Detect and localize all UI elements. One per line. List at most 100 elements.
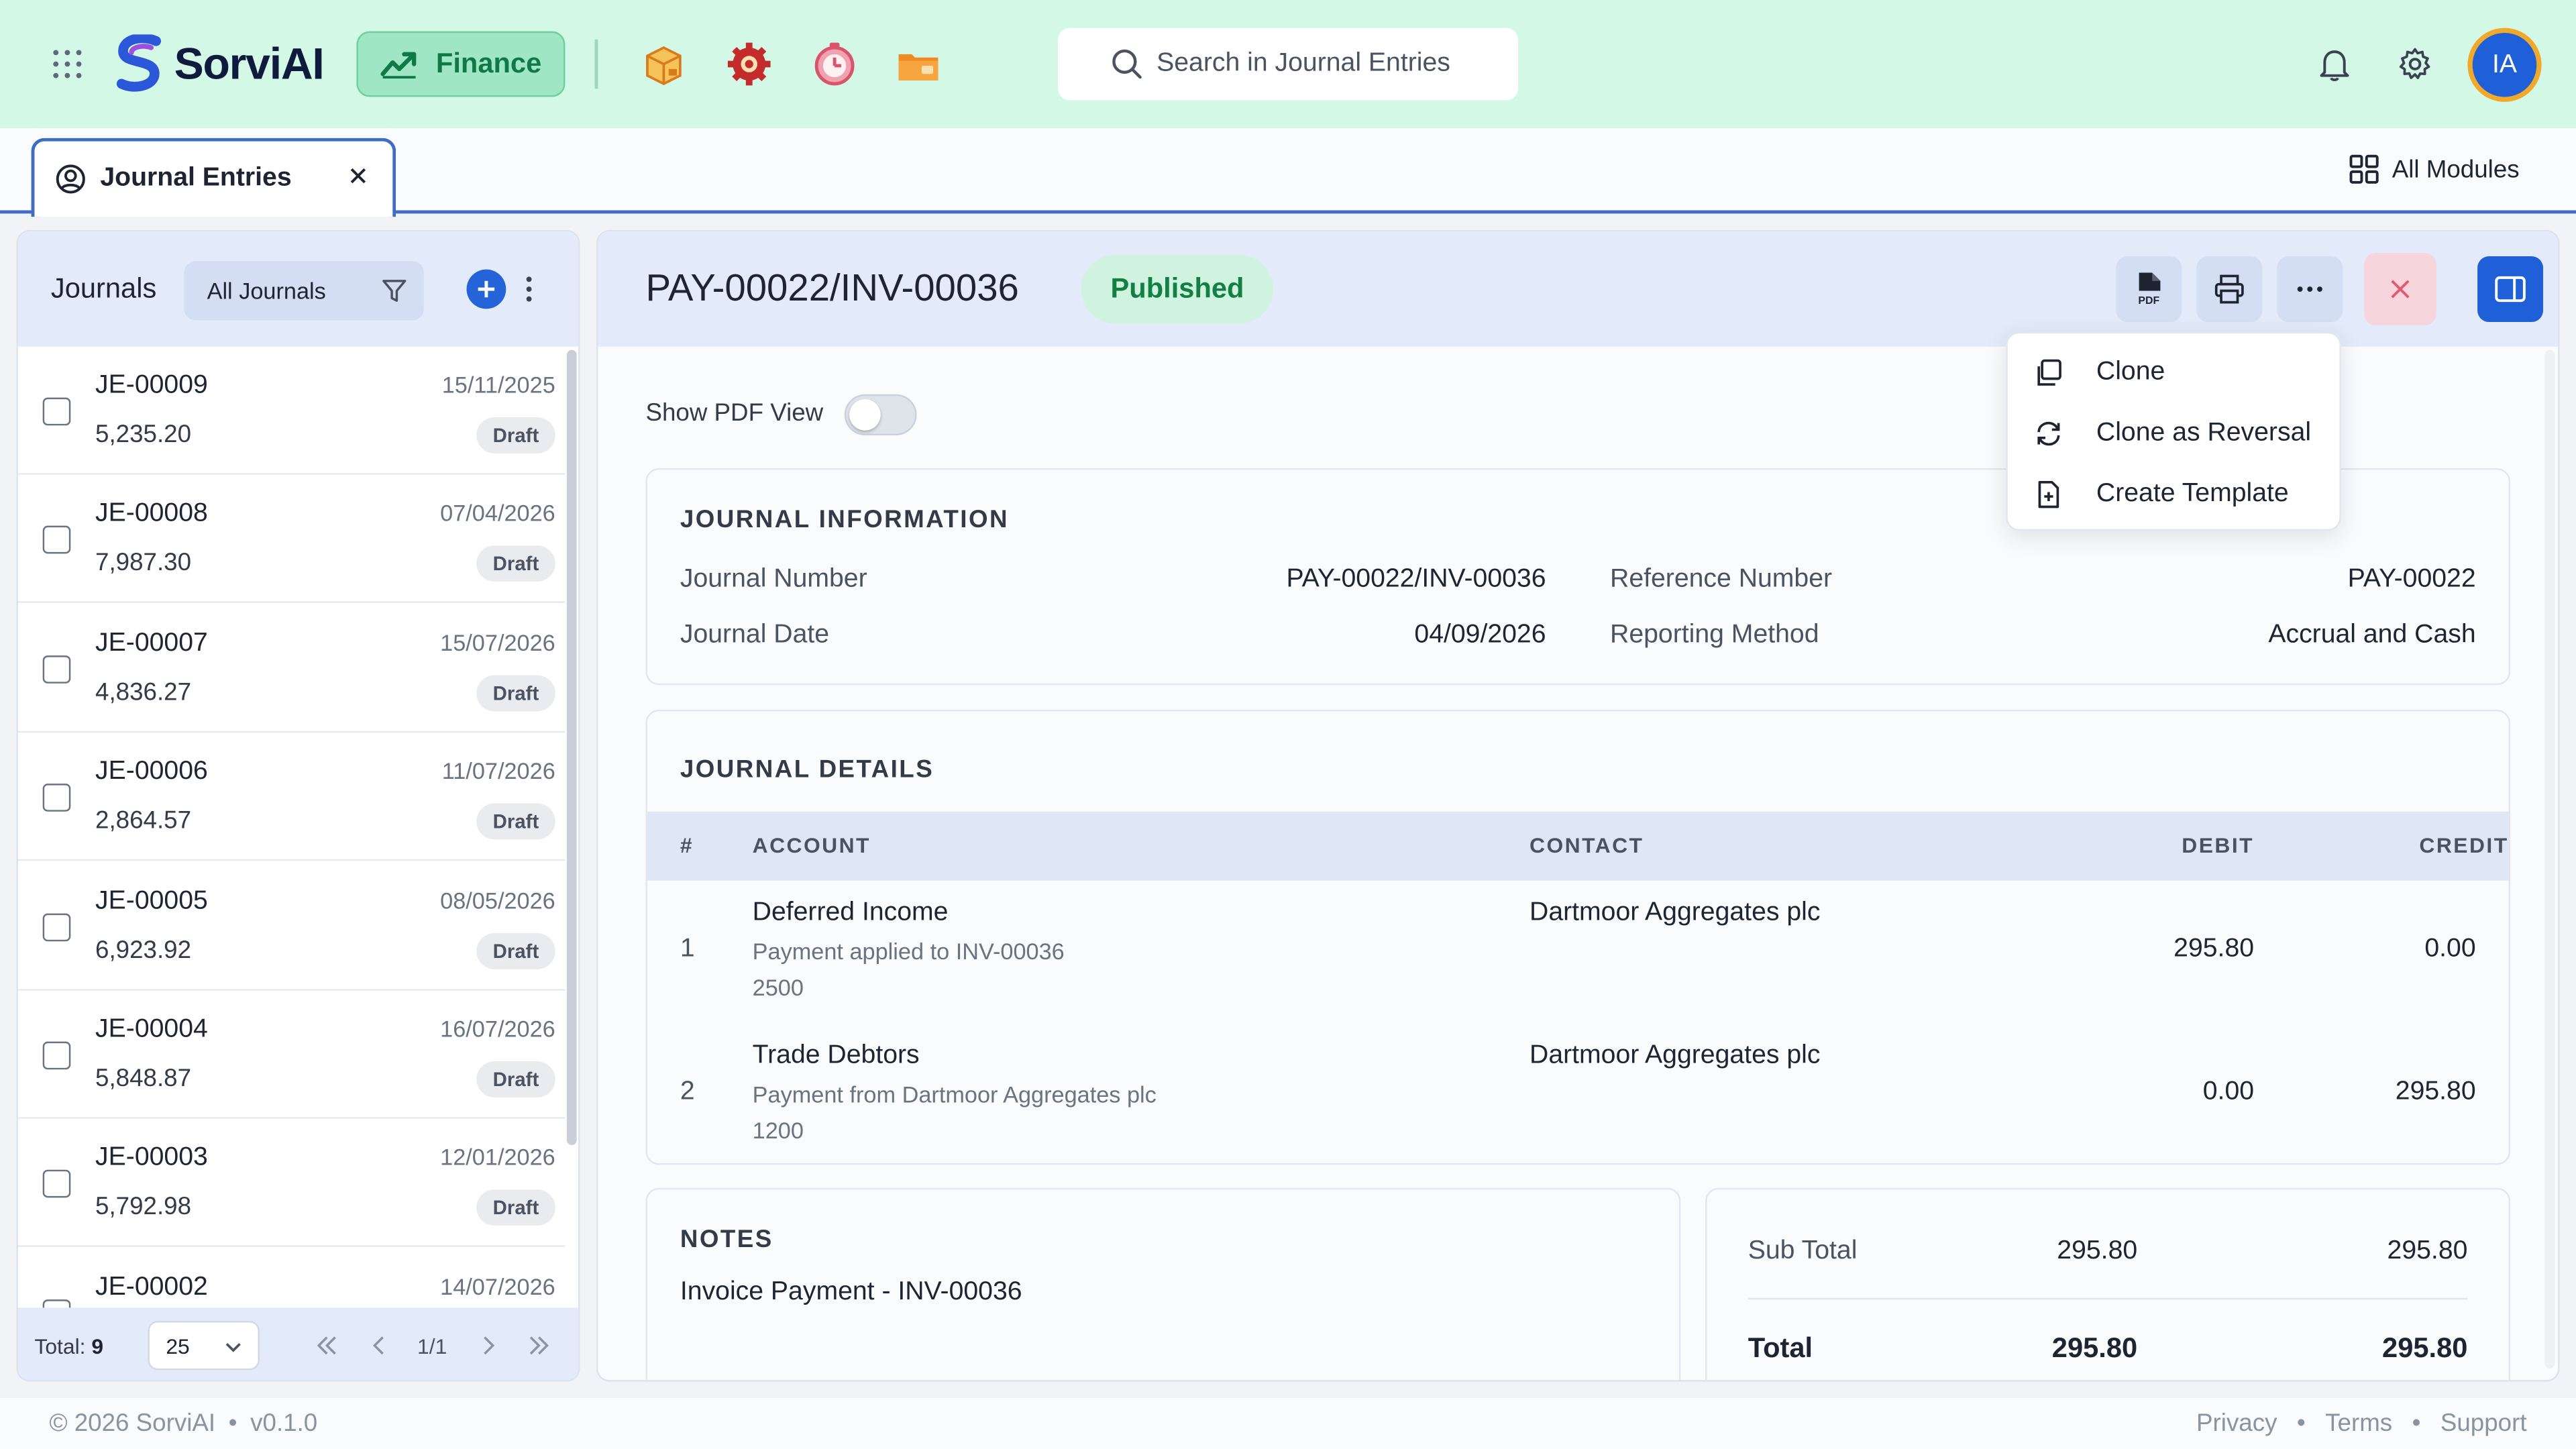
- page-indicator: 1/1: [417, 1334, 447, 1359]
- all-modules-button[interactable]: All Modules: [2349, 154, 2520, 184]
- close-tab-icon[interactable]: [347, 164, 370, 187]
- row-checkbox[interactable]: [42, 1041, 71, 1070]
- privacy-link[interactable]: Privacy: [2196, 1409, 2277, 1438]
- totals-divider: [1748, 1297, 2468, 1300]
- journal-number-label: Journal Number: [680, 565, 867, 594]
- list-item[interactable]: JE-00009 5,235.20 15/11/2025 Draft: [17, 346, 566, 475]
- column-header-account: ACCOUNT: [752, 833, 871, 858]
- journal-date-label: Journal Date: [680, 621, 830, 649]
- support-link[interactable]: Support: [2440, 1409, 2527, 1438]
- settings-gear-icon[interactable]: [2397, 46, 2433, 83]
- box-app-icon[interactable]: [641, 41, 687, 87]
- list-item[interactable]: JE-00006 2,864.57 11/07/2026 Draft: [17, 733, 566, 861]
- finance-module-button[interactable]: Finance: [356, 31, 566, 97]
- section-title: JOURNAL DETAILS: [680, 755, 934, 784]
- first-page-icon[interactable]: [314, 1332, 340, 1358]
- journal-id: JE-00007: [95, 629, 208, 657]
- row-checkbox[interactable]: [42, 655, 71, 684]
- pdf-button[interactable]: PDF: [2116, 256, 2182, 323]
- print-button[interactable]: [2196, 256, 2263, 323]
- sidebar-scrollbar[interactable]: [566, 350, 577, 1145]
- journal-date: 14/07/2026: [440, 1273, 555, 1300]
- reference-number-label: Reference Number: [1610, 565, 1833, 594]
- page-size-select[interactable]: 25: [148, 1320, 260, 1371]
- footer-links: Privacy • Terms • Support: [2196, 1409, 2527, 1438]
- reporting-method-label: Reporting Method: [1610, 621, 1819, 649]
- credit-value: 295.80: [2395, 1077, 2476, 1106]
- plus-icon: [478, 280, 495, 298]
- toggle-panel-button[interactable]: [2477, 256, 2544, 323]
- journal-id: JE-00008: [95, 499, 208, 528]
- row-checkbox[interactable]: [42, 1299, 71, 1308]
- column-header-debit: DEBIT: [2182, 833, 2255, 858]
- tab-journal-entries[interactable]: Journal Entries: [31, 138, 396, 217]
- page-title: PAY-00022/INV-00036: [645, 266, 1019, 309]
- menu-label: Clone as Reversal: [2096, 418, 2312, 446]
- app-logo[interactable]: SorviAI: [112, 33, 325, 95]
- account-description: Payment applied to INV-00036: [752, 938, 1065, 965]
- row-checkbox[interactable]: [42, 397, 71, 426]
- journal-date: 11/07/2026: [441, 757, 555, 784]
- account-name: Trade Debtors: [752, 1041, 920, 1070]
- header-divider: [594, 39, 598, 89]
- journal-details-card: JOURNAL DETAILS # ACCOUNT CONTACT DEBIT …: [645, 709, 2511, 1165]
- list-item[interactable]: JE-00003 5,792.98 12/01/2026 Draft: [17, 1118, 566, 1247]
- account-code: 2500: [752, 974, 804, 1001]
- apps-grid-icon[interactable]: [51, 48, 84, 80]
- row-checkbox[interactable]: [42, 913, 71, 942]
- detail-header: PAY-00022/INV-00036 Published PDF: [598, 231, 2559, 347]
- list-item[interactable]: JE-00004 5,848.87 16/07/2026 Draft: [17, 990, 566, 1119]
- menu-item-create-template[interactable]: Create Template: [2008, 464, 2343, 525]
- gear-app-icon[interactable]: [726, 41, 772, 87]
- more-actions-button[interactable]: [2277, 256, 2343, 323]
- svg-text:PDF: PDF: [2138, 295, 2159, 307]
- last-page-icon[interactable]: [526, 1332, 552, 1358]
- account-code: 1200: [752, 1117, 804, 1144]
- menu-item-clone[interactable]: Clone: [2008, 341, 2343, 402]
- notes-title: NOTES: [680, 1225, 773, 1254]
- journal-id: JE-00002: [95, 1273, 208, 1301]
- list-item[interactable]: JE-00008 7,987.30 07/04/2026 Draft: [17, 474, 566, 603]
- search-placeholder: Search in Journal Entries: [1157, 49, 1450, 78]
- total-count: Total: 9: [34, 1334, 103, 1359]
- list-item[interactable]: JE-00002 14/07/2026: [17, 1248, 566, 1308]
- terms-link[interactable]: Terms: [2325, 1409, 2392, 1438]
- close-icon: [2391, 280, 2410, 299]
- sidebar-more-icon[interactable]: [515, 270, 544, 309]
- filter-label: All Journals: [207, 277, 326, 305]
- user-avatar[interactable]: IA: [2467, 28, 2542, 102]
- total-label: Total: [1748, 1332, 1813, 1364]
- row-checkbox[interactable]: [42, 1169, 71, 1198]
- search-input[interactable]: Search in Journal Entries: [1058, 28, 1518, 101]
- prev-page-icon[interactable]: [366, 1332, 392, 1358]
- journal-amount: 2,864.57: [95, 806, 192, 835]
- close-detail-button[interactable]: [2364, 253, 2436, 325]
- row-checkbox[interactable]: [42, 784, 71, 812]
- row-checkbox[interactable]: [42, 525, 71, 554]
- detail-scrollbar[interactable]: [2544, 350, 2555, 1369]
- column-header-num: #: [680, 833, 694, 858]
- list-item[interactable]: JE-00007 4,836.27 15/07/2026 Draft: [17, 604, 566, 733]
- list-item[interactable]: JE-00005 6,923.92 08/05/2026 Draft: [17, 862, 566, 991]
- filter-funnel-icon: [382, 280, 407, 302]
- journal-number-value: PAY-00022/INV-00036: [1286, 565, 1546, 594]
- menu-item-clone-reversal[interactable]: Clone as Reversal: [2008, 402, 2343, 464]
- clock-app-icon[interactable]: [812, 41, 858, 87]
- menu-label: Create Template: [2096, 478, 2289, 507]
- footer-dot: •: [2412, 1409, 2421, 1438]
- journal-list: JE-00009 5,235.20 15/11/2025 Draft JE-00…: [17, 346, 578, 1308]
- add-journal-button[interactable]: [466, 269, 506, 309]
- journal-amount: 6,923.92: [95, 936, 192, 965]
- account-description: Payment from Dartmoor Aggregates plc: [752, 1081, 1157, 1108]
- reverse-arrows-icon: [2037, 421, 2060, 445]
- next-page-icon[interactable]: [475, 1332, 501, 1358]
- journal-filter-dropdown[interactable]: All Journals: [184, 261, 424, 321]
- all-modules-label: All Modules: [2392, 155, 2520, 184]
- footer-dot: •: [228, 1409, 237, 1438]
- pdf-view-toggle[interactable]: [844, 394, 917, 435]
- bell-icon[interactable]: [2316, 46, 2353, 83]
- sidebar-title: Journals: [50, 272, 157, 305]
- finance-chart-icon: [381, 52, 417, 78]
- folder-app-icon[interactable]: [896, 41, 942, 87]
- table-header: # ACCOUNT CONTACT DEBIT CREDIT: [647, 811, 2509, 881]
